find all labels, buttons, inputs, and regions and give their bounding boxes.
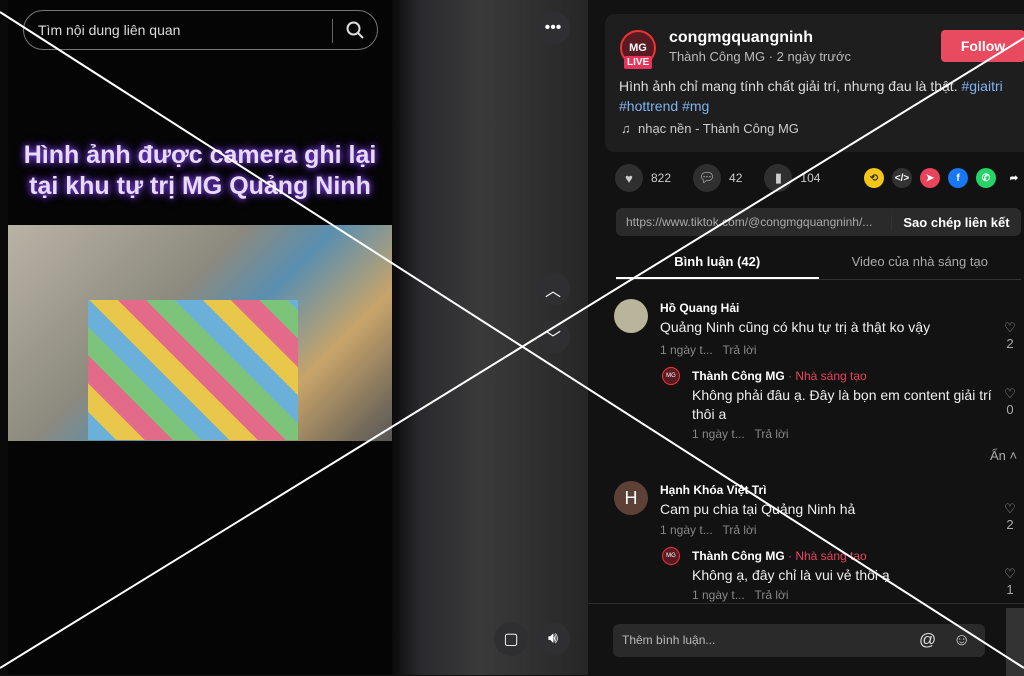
reply-button[interactable]: Trả lời — [723, 523, 757, 537]
reply-button[interactable]: Trả lời — [755, 588, 789, 602]
mini-player-thumbnail[interactable] — [1006, 608, 1024, 676]
bookmark-icon[interactable]: ▮ — [764, 164, 793, 192]
comment-like[interactable]: ♡ 0 — [1000, 386, 1020, 417]
previous-video-button[interactable]: ︿ — [536, 272, 570, 306]
music-link[interactable]: ♫ nhạc nền - Thành Công MG — [621, 121, 799, 136]
search-icon[interactable] — [345, 20, 365, 40]
comment-icon[interactable]: 💬︎ — [693, 164, 722, 192]
facebook-icon[interactable]: f — [948, 168, 968, 188]
comment-like[interactable]: ♡ 1 — [1000, 566, 1020, 597]
details-panel: MG LIVE congmgquangninh Thành Công MG · … — [588, 0, 1024, 676]
share-link-box: https://www.tiktok.com/@congmgquangninh/… — [616, 208, 1021, 236]
comment-meta: 1 ngày t... Trả lời — [692, 427, 789, 441]
hashtag[interactable]: #mg — [682, 98, 709, 114]
post-meta: Thành Công MG · 2 ngày trước — [669, 49, 851, 64]
more-options-icon[interactable]: ••• — [536, 11, 570, 45]
avatar[interactable] — [614, 299, 648, 333]
heart-outline-icon: ♡ — [1004, 320, 1016, 335]
search-input[interactable]: Tìm nội dung liên quan — [23, 10, 378, 50]
emoji-icon[interactable]: ☺ — [953, 631, 970, 649]
video-area: Tìm nội dung liên quan Hình ảnh được cam… — [0, 0, 588, 675]
tab-comments[interactable]: Bình luận (42) — [616, 254, 819, 279]
whatsapp-icon[interactable]: ✆ — [976, 168, 996, 188]
tabs: Bình luận (42) Video của nhà sáng tạo — [616, 254, 1021, 280]
repost-icon[interactable]: ⟲ — [864, 168, 884, 188]
avatar[interactable]: MG — [662, 367, 680, 385]
hide-replies-button[interactable]: Ẩn ˄ — [990, 448, 1017, 463]
comment-meta: 1 ngày t... Trả lời — [692, 588, 789, 602]
embed-icon[interactable]: </> — [892, 168, 912, 188]
play-mat — [88, 300, 298, 440]
comment-count: 42 — [729, 171, 743, 185]
copy-link-button[interactable]: Sao chép liên kết — [891, 214, 1021, 230]
comment-bar: Thêm bình luận... @ ☺ — [588, 603, 1024, 676]
comment-meta: 1 ngày t... Trả lời — [660, 343, 757, 357]
comment-author[interactable]: Hạnh Khóa Việt Trì — [660, 483, 766, 497]
comment-author[interactable]: Hồ Quang Hải — [660, 301, 739, 315]
next-video-button[interactable]: ﹀ — [536, 320, 570, 354]
heart-icon[interactable]: ♥ — [615, 164, 643, 192]
username[interactable]: congmgquangninh — [669, 29, 813, 47]
comment-text: Cam pu chia tại Quảng Ninh hả — [660, 501, 856, 517]
floating-player-icon[interactable]: ▢ — [494, 622, 528, 656]
like-count: 822 — [651, 171, 672, 185]
comment-like[interactable]: ♡ 2 — [1000, 501, 1020, 532]
share-icons: ⟲ </> ➤ f ✆ ➦ — [864, 168, 1024, 188]
send-icon[interactable]: ➤ — [920, 168, 940, 188]
comment-author[interactable]: Thành Công MG · Nhà sáng tạo — [692, 369, 867, 383]
comment-input[interactable]: Thêm bình luận... @ ☺ — [613, 624, 985, 657]
save-count: 104 — [800, 171, 821, 185]
hashtag[interactable]: #hottrend — [619, 98, 678, 114]
comment-text: Không ạ, đây chỉ là vui vẻ thôi ạ — [692, 567, 890, 583]
music-note-icon: ♫ — [621, 121, 631, 136]
tab-creator-videos[interactable]: Video của nhà sáng tạo — [819, 254, 1022, 279]
share-arrow-icon[interactable]: ➦ — [1004, 168, 1024, 188]
live-badge: LIVE — [624, 56, 653, 69]
comment-text: Không phải đâu ạ. Đây là bọn em content … — [692, 387, 992, 422]
post-description: Hình ảnh chỉ mang tính chất giải trí, nh… — [619, 78, 1003, 114]
comment-meta: 1 ngày t... Trả lời — [660, 523, 757, 537]
chevron-up-icon: ˄ — [1009, 448, 1018, 463]
avatar[interactable]: MG — [662, 547, 680, 565]
video-caption: Hình ảnh được camera ghi lại tại khu tự t… — [23, 141, 377, 200]
mention-icon[interactable]: @ — [919, 631, 936, 649]
reply-button[interactable]: Trả lời — [755, 427, 789, 441]
comment-text: Quảng Ninh cũng có khu tự trị à thật ko … — [660, 319, 931, 335]
comment-author[interactable]: Thành Công MG · Nhà sáng tạo — [692, 549, 867, 563]
comment-like[interactable]: ♡ 2 — [1000, 320, 1020, 351]
video-frame — [8, 225, 392, 441]
post-info-card: MG LIVE congmgquangninh Thành Công MG · … — [605, 14, 1024, 152]
volume-icon[interactable]: 🔊︎ — [536, 622, 570, 656]
stats-bar: ♥ 822 💬︎ 42 ▮ 104 — [615, 164, 820, 192]
share-url[interactable]: https://www.tiktok.com/@congmgquangninh/… — [616, 215, 891, 229]
avatar[interactable]: H — [614, 481, 648, 515]
follow-button[interactable]: Follow — [941, 30, 1024, 62]
divider — [332, 19, 333, 43]
hashtag[interactable]: #giaitri — [961, 78, 1002, 94]
search-placeholder: Tìm nội dung liên quan — [38, 22, 181, 38]
reply-button[interactable]: Trả lời — [723, 343, 757, 357]
